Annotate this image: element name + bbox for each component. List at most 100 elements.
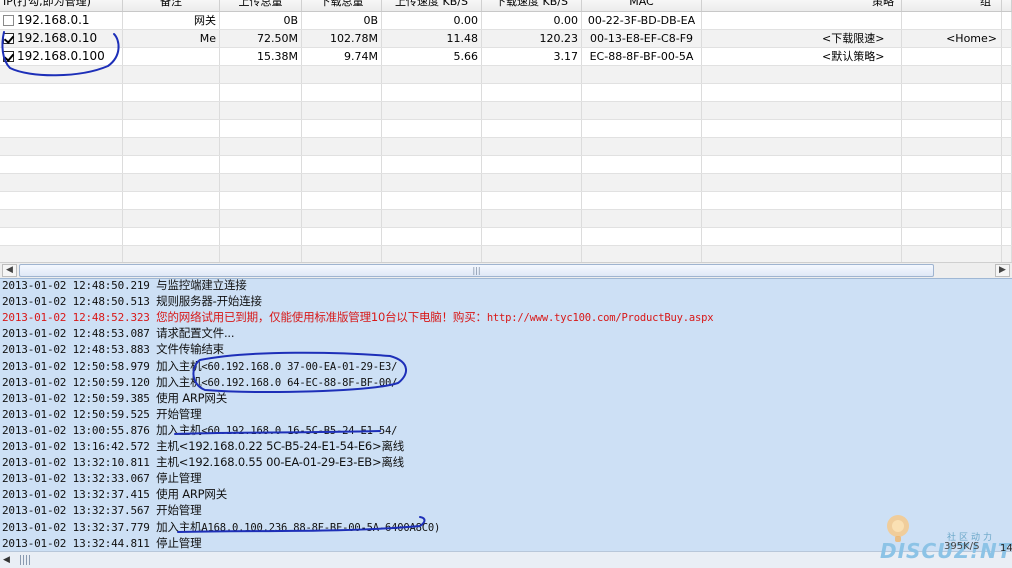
scroll-left-icon[interactable]: ◀ xyxy=(3,554,15,566)
cell-down-speed xyxy=(482,66,582,83)
log-time: 2013-01-02 13:32:10.811 xyxy=(2,456,150,470)
cell-ip xyxy=(0,156,123,173)
cell-down-total xyxy=(302,120,382,137)
cell-mac xyxy=(582,66,702,83)
col-up-total[interactable]: 上传总量 xyxy=(220,0,302,11)
cell-up-total xyxy=(220,156,302,173)
cell-policy xyxy=(702,102,902,119)
cell-filler xyxy=(1002,66,1012,83)
log-message: 请求配置文件... xyxy=(156,326,235,341)
scroll-right-icon[interactable]: ▶ xyxy=(995,264,1010,277)
table-row[interactable] xyxy=(0,246,1012,262)
table-row[interactable]: 192.168.0.100 15.38M 9.74M 5.66 3.17 EC-88-8F… xyxy=(0,48,1012,66)
log-line: 2013-01-02 13:32:44.811 停止管理 xyxy=(2,535,202,551)
row-checkbox[interactable] xyxy=(3,51,14,62)
table-row[interactable] xyxy=(0,228,1012,246)
cell-up-speed xyxy=(382,120,482,137)
cell-down-total xyxy=(302,210,382,227)
table-row[interactable] xyxy=(0,174,1012,192)
table-row[interactable] xyxy=(0,66,1012,84)
col-ip[interactable]: IP(打勾,即为管理) xyxy=(0,0,123,11)
log-message: 停止管理 xyxy=(156,471,202,486)
cell-down-speed: 3.17 xyxy=(482,48,582,65)
cell-down-speed xyxy=(482,210,582,227)
col-down-total[interactable]: 下载总量 xyxy=(302,0,382,11)
log-message: 停止管理 xyxy=(156,535,202,550)
cell-note xyxy=(123,102,220,119)
table-row[interactable] xyxy=(0,102,1012,120)
cell-up-speed: 0.00 xyxy=(382,12,482,29)
cell-group xyxy=(902,192,1002,209)
cell-group xyxy=(902,228,1002,245)
log-url-link[interactable]: http://www.tyc100.com/ProductBuy.aspx xyxy=(487,312,714,324)
log-line: 2013-01-02 12:48:50.219 与监控端建立连接 xyxy=(2,279,247,293)
cell-group xyxy=(902,156,1002,173)
log-time: 2013-01-02 12:50:59.525 xyxy=(2,407,150,421)
cell-group xyxy=(902,48,1002,65)
cell-policy xyxy=(702,210,902,227)
scroll-left-icon[interactable]: ◀ xyxy=(2,264,17,277)
cell-filler xyxy=(1002,246,1012,262)
log-message: 开始管理 xyxy=(156,406,202,421)
status-count: 14 xyxy=(1000,543,1012,554)
cell-up-total xyxy=(220,174,302,191)
cell-policy xyxy=(702,246,902,262)
col-down-speed[interactable]: 下载速度 KB/S xyxy=(482,0,582,11)
cell-policy xyxy=(702,138,902,155)
scrollbar-thumb[interactable]: ||| xyxy=(19,264,934,277)
cell-filler xyxy=(1002,192,1012,209)
row-checkbox[interactable] xyxy=(3,33,14,44)
cell-up-speed xyxy=(382,138,482,155)
cell-down-total xyxy=(302,84,382,101)
log-detail: A168.0.100.236 88-8F-BF-00-5A-6400A8C0) xyxy=(201,521,441,534)
cell-ip: 192.168.0.1 xyxy=(0,12,123,29)
log-time: 2013-01-02 13:32:44.811 xyxy=(2,536,150,550)
table-row[interactable] xyxy=(0,120,1012,138)
cell-filler xyxy=(1002,210,1012,227)
col-policy[interactable]: 策略 xyxy=(702,0,902,11)
cell-down-total xyxy=(302,174,382,191)
ip-address: 192.168.0.1 xyxy=(17,13,90,27)
log-time: 2013-01-02 12:48:53.883 xyxy=(2,343,150,357)
log-time: 2013-01-02 12:48:52.323 xyxy=(2,311,150,325)
col-note[interactable]: 备注 xyxy=(123,0,220,11)
cell-up-total xyxy=(220,102,302,119)
table-row[interactable] xyxy=(0,138,1012,156)
log-line: 2013-01-02 12:50:59.385 使用 ARP网关 xyxy=(2,390,227,406)
table-row[interactable]: 192.168.0.10 Me 72.50M 102.78M 11.48 120.23 00… xyxy=(0,30,1012,48)
col-up-speed[interactable]: 上传速度 KB/S xyxy=(382,0,482,11)
log-time: 2013-01-02 13:32:37.567 xyxy=(2,504,150,518)
table-row[interactable] xyxy=(0,84,1012,102)
cell-mac xyxy=(582,246,702,262)
log-bottom-scrollbar[interactable]: ◀ xyxy=(0,551,1012,568)
log-line: 2013-01-02 13:16:42.572 主机<192.168.0.22 … xyxy=(2,438,404,454)
cell-policy xyxy=(702,12,902,29)
cell-up-total: 0B xyxy=(220,12,302,29)
horizontal-scrollbar[interactable]: ◀ ||| ▶ xyxy=(0,262,1012,278)
table-row[interactable] xyxy=(0,210,1012,228)
log-time: 2013-01-02 13:00:55.876 xyxy=(2,423,150,437)
cell-mac xyxy=(582,138,702,155)
log-line: 2013-01-02 12:50:59.120 加入主机<60.192.168.… xyxy=(2,374,397,390)
log-panel[interactable]: 2013-01-02 12:48:50.219 与监控端建立连接 2013-01-… xyxy=(0,278,1012,568)
table-row[interactable] xyxy=(0,192,1012,210)
cell-mac xyxy=(582,120,702,137)
cell-mac xyxy=(582,228,702,245)
cell-up-speed: 11.48 xyxy=(382,30,482,47)
col-group[interactable]: 组 xyxy=(902,0,1002,11)
scroll-grip-icon[interactable] xyxy=(20,555,32,565)
cell-up-speed xyxy=(382,102,482,119)
cell-policy xyxy=(702,174,902,191)
cell-policy xyxy=(702,84,902,101)
cell-mac: 00-22-3F-BD-DB-EA xyxy=(582,12,702,29)
cell-up-total: 72.50M xyxy=(220,30,302,47)
table-row[interactable] xyxy=(0,156,1012,174)
row-checkbox[interactable] xyxy=(3,15,14,26)
cell-down-total xyxy=(302,138,382,155)
cell-note xyxy=(123,84,220,101)
cell-filler xyxy=(1002,174,1012,191)
cell-down-total xyxy=(302,246,382,262)
table-row[interactable]: 192.168.0.1 网关 0B 0B 0.00 0.00 00-22-3F-BD-DB-… xyxy=(0,12,1012,30)
col-mac[interactable]: MAC xyxy=(582,0,702,11)
cell-ip xyxy=(0,120,123,137)
